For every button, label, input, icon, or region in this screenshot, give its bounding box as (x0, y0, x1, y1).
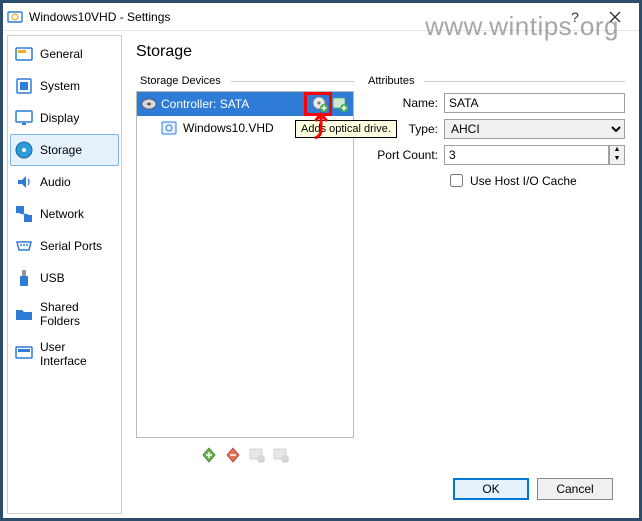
page-title: Storage (136, 43, 625, 61)
content-pane: Storage Storage Devices Controller: SATA (126, 35, 635, 514)
usb-icon (14, 268, 34, 288)
sidebar-item-usb[interactable]: USB (10, 262, 119, 294)
close-button[interactable] (595, 4, 635, 30)
host-io-cache-label: Use Host I/O Cache (470, 174, 577, 188)
add-attachment-button[interactable] (248, 446, 266, 464)
cancel-button[interactable]: Cancel (537, 478, 613, 500)
add-controller-button[interactable] (200, 446, 218, 464)
display-icon (14, 108, 34, 128)
sidebar-item-shared-folders[interactable]: Shared Folders (10, 294, 119, 334)
sidebar-item-label: User Interface (40, 340, 115, 368)
shared-folders-icon (14, 304, 34, 324)
add-optical-drive-button[interactable] (311, 95, 329, 113)
serial-ports-icon (14, 236, 34, 256)
sidebar-item-storage[interactable]: Storage (10, 134, 119, 166)
port-count-label: Port Count: (372, 148, 438, 162)
user-interface-icon (14, 344, 34, 364)
sidebar: General System Display Storage Audio Net… (7, 35, 122, 514)
type-select[interactable]: AHCI (444, 119, 625, 139)
hard-disk-icon (161, 120, 177, 136)
sidebar-item-label: System (40, 79, 80, 93)
sidebar-item-label: Audio (40, 175, 71, 189)
titlebar: Windows10VHD - Settings ? (3, 3, 639, 31)
sidebar-item-label: Shared Folders (40, 300, 115, 328)
storage-icon (14, 140, 34, 160)
remove-controller-button[interactable] (224, 446, 242, 464)
controller-sata-row[interactable]: Controller: SATA (137, 92, 353, 116)
storage-devices-group: Storage Devices (136, 75, 354, 87)
disk-label: Windows10.VHD (183, 121, 274, 135)
remove-attachment-button[interactable] (272, 446, 290, 464)
dialog-footer: OK Cancel (136, 468, 625, 510)
sidebar-item-label: General (40, 47, 83, 61)
window-title: Windows10VHD - Settings (29, 10, 555, 24)
storage-bottom-toolbar (136, 442, 354, 468)
add-hard-disk-button[interactable] (331, 95, 349, 113)
port-count-down-button[interactable]: ▼ (610, 155, 624, 164)
port-count-input[interactable] (444, 145, 609, 165)
storage-devices-legend: Storage Devices (136, 75, 225, 87)
settings-window: Windows10VHD - Settings ? General System… (3, 3, 639, 518)
attributes-group: Attributes (364, 75, 625, 87)
sidebar-item-user-interface[interactable]: User Interface (10, 334, 119, 374)
attributes-legend: Attributes (364, 75, 418, 87)
name-label: Name: (372, 96, 438, 110)
sidebar-item-label: Display (40, 111, 79, 125)
host-io-cache-checkbox[interactable] (450, 174, 463, 187)
sidebar-item-label: Network (40, 207, 84, 221)
sidebar-item-label: USB (40, 271, 65, 285)
network-icon (14, 204, 34, 224)
sidebar-item-general[interactable]: General (10, 38, 119, 70)
sidebar-item-serial-ports[interactable]: Serial Ports (10, 230, 119, 262)
sidebar-item-display[interactable]: Display (10, 102, 119, 134)
system-icon (14, 76, 34, 96)
ok-button[interactable]: OK (453, 478, 529, 500)
sidebar-item-label: Serial Ports (40, 239, 102, 253)
tooltip-add-optical: Adds optical drive. (295, 120, 397, 138)
port-count-up-button[interactable]: ▲ (610, 146, 624, 155)
sidebar-item-audio[interactable]: Audio (10, 166, 119, 198)
controller-label: Controller: SATA (161, 97, 307, 111)
controller-icon (141, 97, 157, 111)
storage-tree[interactable]: Controller: SATA (136, 91, 354, 438)
sidebar-item-network[interactable]: Network (10, 198, 119, 230)
sidebar-item-label: Storage (40, 143, 82, 157)
sidebar-item-system[interactable]: System (10, 70, 119, 102)
help-button[interactable]: ? (555, 4, 595, 30)
general-icon (14, 44, 34, 64)
app-icon (7, 9, 23, 25)
audio-icon (14, 172, 34, 192)
name-input[interactable] (444, 93, 625, 113)
